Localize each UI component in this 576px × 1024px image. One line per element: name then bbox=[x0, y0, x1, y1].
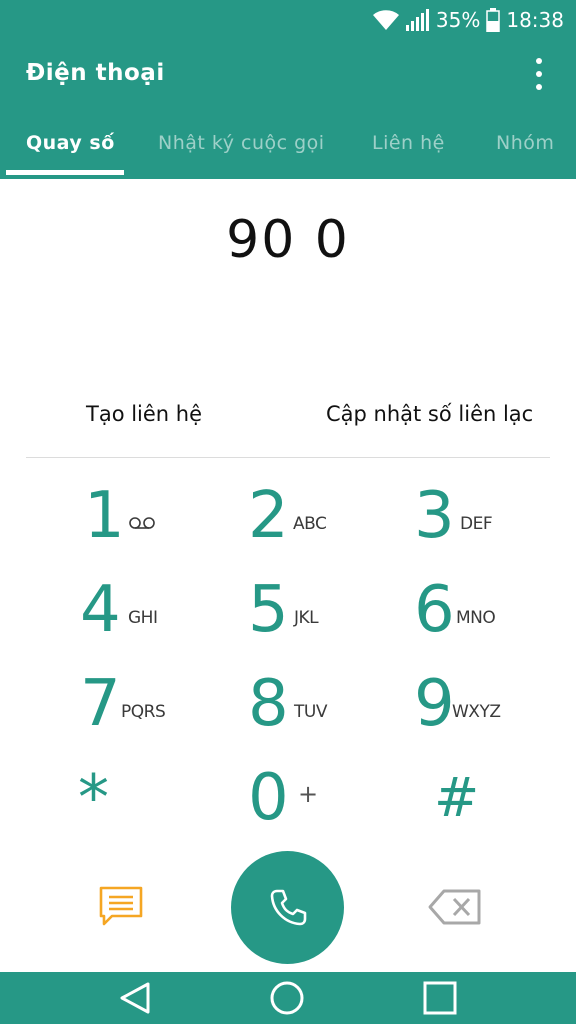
header: 35% 18:38 Điện thoại Quay số Nhật ký cuộ… bbox=[0, 0, 576, 179]
tab-dial[interactable]: Quay số bbox=[26, 132, 115, 154]
key-digit: 9 bbox=[414, 667, 455, 741]
clock: 18:38 bbox=[506, 8, 564, 32]
dialed-number[interactable]: 90 0 bbox=[0, 210, 576, 270]
status-icons: 35% 18:38 bbox=[372, 6, 564, 34]
key-8[interactable]: 8 TUV bbox=[248, 664, 388, 744]
key-digit: 2 bbox=[248, 479, 289, 553]
key-digit: # bbox=[434, 766, 480, 829]
key-letters: TUV bbox=[294, 702, 327, 722]
tab-groups[interactable]: Nhóm bbox=[496, 132, 554, 154]
key-digit: 8 bbox=[248, 667, 289, 741]
voicemail-icon bbox=[129, 517, 155, 529]
backspace-icon[interactable] bbox=[428, 889, 482, 925]
divider bbox=[26, 457, 550, 458]
key-letters: + bbox=[298, 780, 318, 808]
key-2[interactable]: 2 ABC bbox=[248, 476, 388, 556]
key-star[interactable]: * bbox=[78, 758, 218, 838]
key-letters: WXYZ bbox=[452, 702, 501, 722]
key-digit: 6 bbox=[414, 573, 455, 647]
key-6[interactable]: 6 MNO bbox=[414, 570, 554, 650]
key-7[interactable]: 7 PQRS bbox=[80, 664, 220, 744]
key-3[interactable]: 3 DEF bbox=[414, 476, 554, 556]
key-4[interactable]: 4 GHI bbox=[80, 570, 220, 650]
status-bar: 35% 18:38 bbox=[0, 0, 576, 40]
key-digit: 7 bbox=[80, 667, 121, 741]
tab-bar: Quay số Nhật ký cuộc gọi Liên hệ Nhóm bbox=[0, 118, 576, 179]
update-contact-button[interactable]: Cập nhật số liên lạc bbox=[326, 402, 533, 426]
tab-indicator bbox=[6, 170, 124, 175]
key-letters: DEF bbox=[460, 514, 493, 534]
tab-call-log[interactable]: Nhật ký cuộc gọi bbox=[158, 132, 325, 154]
recent-apps-icon[interactable] bbox=[422, 980, 458, 1016]
key-digit: 5 bbox=[248, 573, 289, 647]
key-letters: JKL bbox=[294, 608, 319, 628]
create-contact-button[interactable]: Tạo liên hệ bbox=[86, 402, 202, 426]
key-digit: 0 bbox=[248, 761, 289, 835]
message-icon[interactable] bbox=[98, 885, 144, 927]
key-digit: 4 bbox=[80, 573, 121, 647]
contact-actions: Tạo liên hệ Cập nhật số liên lạc bbox=[0, 402, 576, 438]
key-9[interactable]: 9 WXYZ bbox=[414, 664, 554, 744]
home-icon[interactable] bbox=[269, 980, 305, 1016]
key-letters: ABC bbox=[293, 514, 327, 534]
back-icon[interactable] bbox=[118, 980, 154, 1016]
key-letters: MNO bbox=[456, 608, 496, 628]
key-5[interactable]: 5 JKL bbox=[248, 570, 388, 650]
key-hash[interactable]: # bbox=[434, 758, 574, 838]
signal-icon bbox=[405, 9, 429, 31]
phone-icon bbox=[270, 889, 306, 925]
key-1[interactable]: 1 bbox=[84, 476, 224, 556]
key-digit: 1 bbox=[84, 479, 125, 553]
call-button[interactable] bbox=[231, 851, 344, 964]
key-letters: PQRS bbox=[121, 702, 166, 722]
tab-contacts[interactable]: Liên hệ bbox=[372, 132, 445, 154]
navigation-bar bbox=[0, 972, 576, 1024]
overflow-menu-icon[interactable] bbox=[524, 54, 554, 94]
battery-icon bbox=[486, 8, 501, 32]
app-bar: Điện thoại bbox=[0, 40, 576, 110]
app-title: Điện thoại bbox=[26, 60, 165, 86]
key-digit: * bbox=[78, 761, 109, 834]
battery-percent: 35% bbox=[435, 8, 481, 32]
wifi-icon bbox=[372, 10, 399, 30]
key-digit: 3 bbox=[414, 479, 455, 553]
key-letters: GHI bbox=[128, 608, 158, 628]
key-0[interactable]: 0 + bbox=[248, 758, 388, 838]
